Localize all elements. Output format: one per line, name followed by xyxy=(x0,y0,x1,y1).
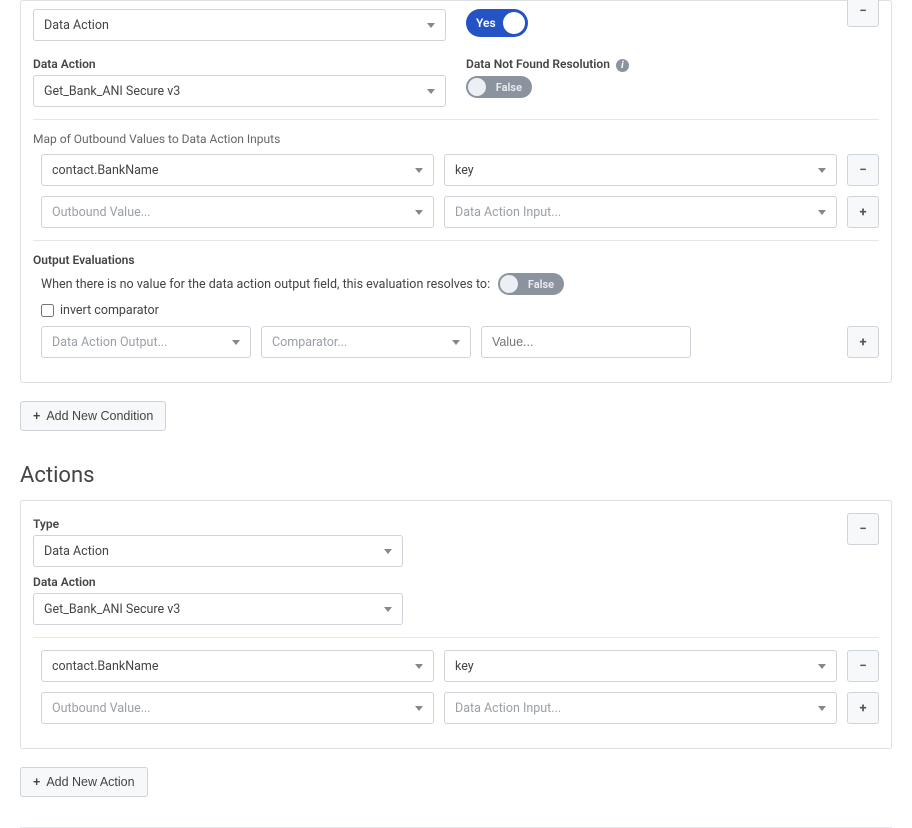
yes-toggle-label: Yes xyxy=(476,16,496,30)
data-action-value: Get_Bank_ANI Secure v3 xyxy=(44,84,180,99)
caret-icon xyxy=(818,706,826,711)
caret-icon xyxy=(384,549,392,554)
plus-icon: + xyxy=(33,775,40,789)
outbound-value-select[interactable]: Outbound Value... xyxy=(41,692,434,724)
action-type-label: Type xyxy=(33,517,847,531)
outbound-value-placeholder: Outbound Value... xyxy=(52,701,151,716)
data-action-select[interactable]: Get_Bank_ANI Secure v3 xyxy=(33,75,446,107)
action-type-value: Data Action xyxy=(44,544,109,559)
add-condition-label: Add New Condition xyxy=(46,409,153,423)
output-eval-toggle-label: False xyxy=(528,278,554,291)
add-map-button[interactable]: + xyxy=(847,196,879,228)
minus-icon: − xyxy=(859,4,866,19)
outbound-value: contact.BankName xyxy=(52,659,159,674)
action-data-action-label: Data Action xyxy=(33,575,879,589)
output-eval-label: Output Evaluations xyxy=(33,253,879,267)
caret-icon xyxy=(415,706,423,711)
data-not-found-toggle-label: False xyxy=(496,81,522,94)
minus-icon: − xyxy=(859,659,866,674)
comparator-select[interactable]: Comparator... xyxy=(261,326,471,358)
data-action-input-value: key xyxy=(455,163,474,178)
add-new-condition-button[interactable]: + Add New Condition xyxy=(20,401,166,431)
toggle-knob xyxy=(500,275,518,293)
comparator-placeholder: Comparator... xyxy=(272,335,347,350)
data-action-label: Data Action xyxy=(33,57,446,71)
map-row: Outbound Value... Data Action Input... + xyxy=(33,692,879,724)
caret-icon xyxy=(818,664,826,669)
add-action-label: Add New Action xyxy=(46,775,134,789)
invert-comparator-checkbox[interactable] xyxy=(41,304,54,317)
data-action-input-placeholder: Data Action Input... xyxy=(455,205,561,220)
minus-icon: − xyxy=(859,522,866,537)
remove-condition-button[interactable]: − xyxy=(847,0,879,27)
plus-icon: + xyxy=(859,701,866,716)
remove-map-button[interactable]: − xyxy=(847,650,879,682)
outbound-value-select[interactable]: contact.BankName xyxy=(41,650,434,682)
data-action-output-placeholder: Data Action Output... xyxy=(52,335,167,350)
add-new-action-button[interactable]: + Add New Action xyxy=(20,767,148,797)
data-not-found-toggle[interactable]: False xyxy=(466,76,532,98)
caret-icon xyxy=(415,168,423,173)
data-action-input-select[interactable]: Data Action Input... xyxy=(444,692,837,724)
action-data-action-value: Get_Bank_ANI Secure v3 xyxy=(44,602,180,617)
plus-icon: + xyxy=(859,205,866,220)
outbound-value-placeholder: Outbound Value... xyxy=(52,205,151,220)
outbound-value-select[interactable]: Outbound Value... xyxy=(41,196,434,228)
condition-type-select[interactable]: Data Action xyxy=(33,9,446,41)
caret-icon xyxy=(232,340,240,345)
map-outbound-label: Map of Outbound Values to Data Action In… xyxy=(33,132,879,146)
data-not-found-label: Data Not Found Resolution i xyxy=(466,57,879,72)
outbound-value: contact.BankName xyxy=(52,163,159,178)
condition-type-value: Data Action xyxy=(44,18,109,33)
action-panel: Type Data Action − Data Action Get_Bank_… xyxy=(20,500,892,749)
data-action-input-value: key xyxy=(455,659,474,674)
add-output-eval-button[interactable]: + xyxy=(847,326,879,358)
data-action-input-select[interactable]: key xyxy=(444,154,837,186)
value-input[interactable] xyxy=(481,326,691,358)
yes-toggle[interactable]: Yes xyxy=(466,9,528,37)
minus-icon: − xyxy=(859,163,866,178)
output-eval-toggle[interactable]: False xyxy=(498,273,564,295)
data-action-input-select[interactable]: Data Action Input... xyxy=(444,196,837,228)
actions-heading: Actions xyxy=(20,463,892,488)
toggle-knob xyxy=(468,78,486,96)
plus-icon: + xyxy=(33,409,40,423)
info-icon: i xyxy=(616,59,629,72)
plus-icon: + xyxy=(859,335,866,350)
outbound-value-select[interactable]: contact.BankName xyxy=(41,154,434,186)
map-row: Outbound Value... Data Action Input... + xyxy=(33,196,879,228)
caret-icon xyxy=(452,340,460,345)
action-type-select[interactable]: Data Action xyxy=(33,535,403,567)
action-data-action-select[interactable]: Get_Bank_ANI Secure v3 xyxy=(33,593,403,625)
caret-icon xyxy=(415,210,423,215)
add-map-button[interactable]: + xyxy=(847,692,879,724)
output-eval-text: When there is no value for the data acti… xyxy=(41,277,490,292)
caret-icon xyxy=(818,210,826,215)
toggle-knob xyxy=(503,12,525,34)
remove-map-button[interactable]: − xyxy=(847,154,879,186)
map-row: contact.BankName key − xyxy=(33,154,879,186)
caret-icon xyxy=(415,664,423,669)
condition-panel: Data Action Yes − Data Action Get_Bank_A… xyxy=(20,0,892,383)
invert-comparator-label: invert comparator xyxy=(60,303,159,318)
map-row: contact.BankName key − xyxy=(33,650,879,682)
caret-icon xyxy=(427,89,435,94)
data-action-input-placeholder: Data Action Input... xyxy=(455,701,561,716)
caret-icon xyxy=(384,607,392,612)
remove-action-button[interactable]: − xyxy=(847,513,879,545)
caret-icon xyxy=(427,23,435,28)
data-action-output-select[interactable]: Data Action Output... xyxy=(41,326,251,358)
caret-icon xyxy=(818,168,826,173)
data-action-input-select[interactable]: key xyxy=(444,650,837,682)
